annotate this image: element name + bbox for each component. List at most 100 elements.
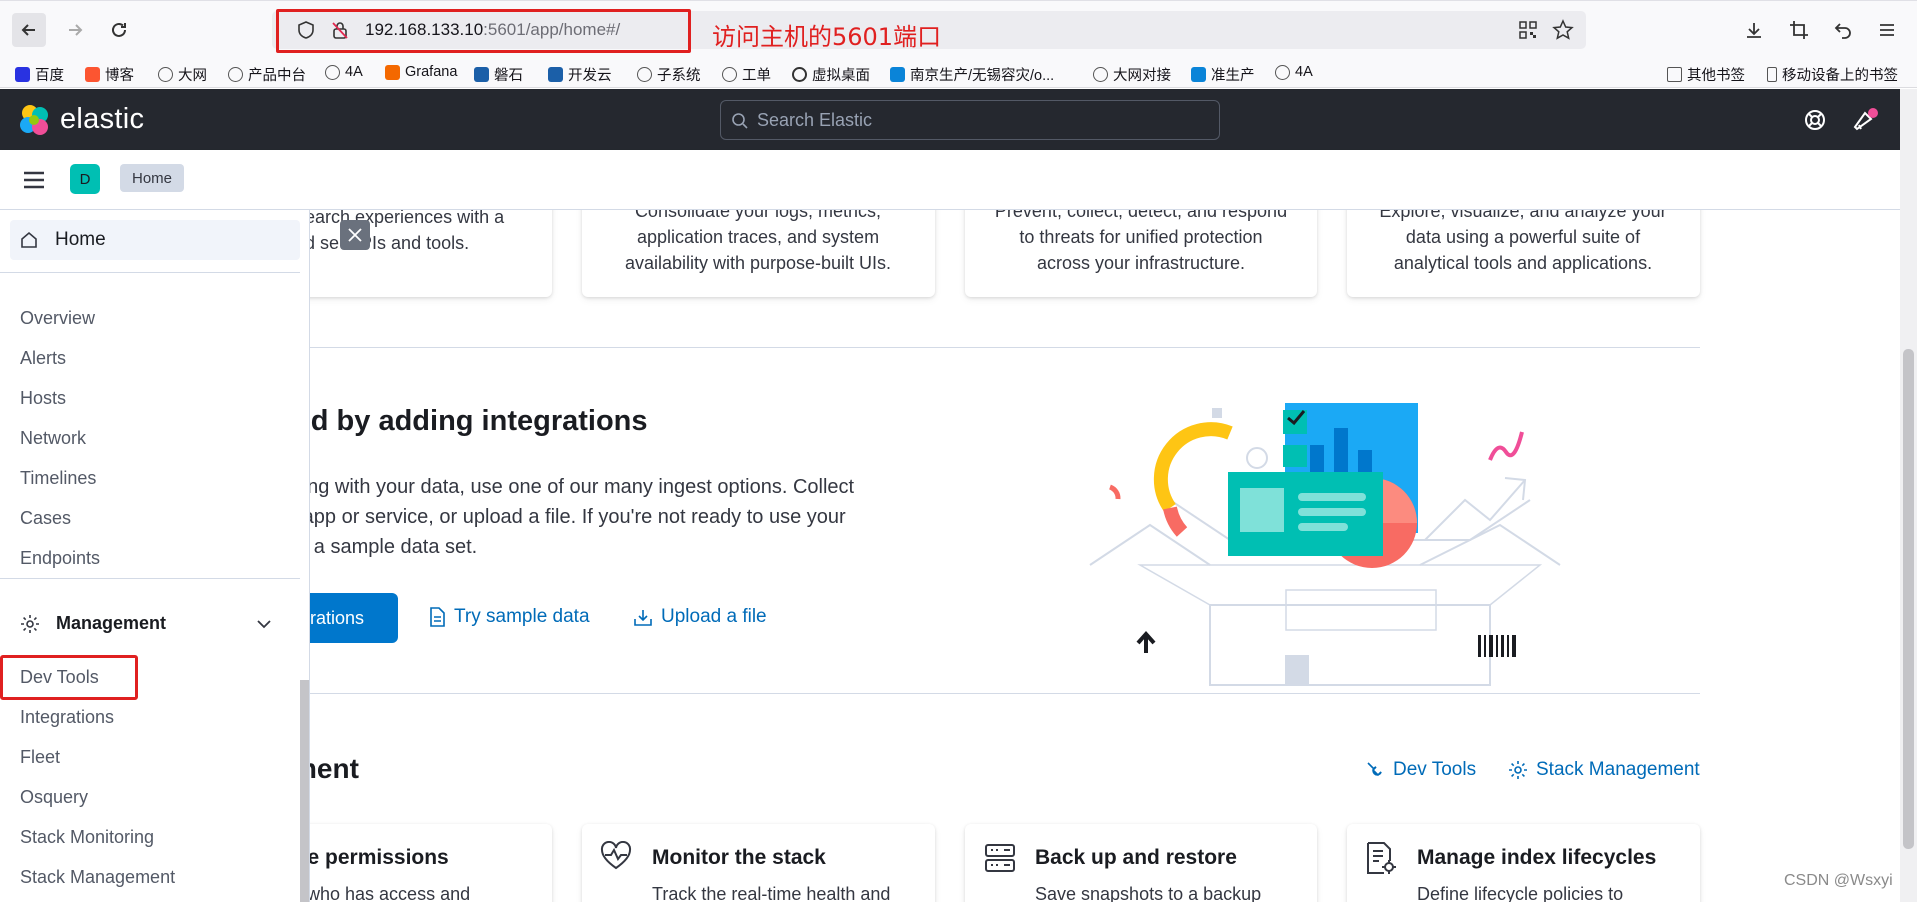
space-avatar[interactable]: D <box>70 164 100 194</box>
solution-desc-line: Prevent, collect, detect, and respond <box>994 210 1288 221</box>
bookmark-item[interactable]: 虚拟桌面 <box>792 64 870 85</box>
mobile-bookmarks-label: 移动设备上的书签 <box>1782 68 1898 84</box>
chevron-down-icon[interactable] <box>256 616 272 632</box>
url-highlight-box <box>276 9 691 53</box>
globe-icon <box>637 67 652 82</box>
nav-item-stack-management[interactable]: Stack Management <box>20 867 175 888</box>
try-sample-data-button[interactable]: Try sample data <box>428 606 590 628</box>
breadcrumb-home[interactable]: Home <box>120 164 185 192</box>
nav-toggle-button[interactable] <box>22 168 46 192</box>
bookmark-item[interactable]: 产品中台 <box>228 64 306 85</box>
nav-home-label: Home <box>55 229 106 250</box>
nav-item-endpoints[interactable]: Endpoints <box>20 548 100 569</box>
upload-file-label: Upload a file <box>661 606 767 627</box>
dev-tools-link[interactable]: Dev Tools <box>1365 759 1476 781</box>
bookmark-item[interactable]: 南京生产/无锡容灾/o... <box>890 64 1054 85</box>
bookmark-star-icon[interactable] <box>1552 19 1574 41</box>
dev-tools-highlight-box <box>0 655 138 700</box>
search-box[interactable] <box>720 100 1220 140</box>
forward-button[interactable] <box>58 13 92 47</box>
megaphone-icon <box>1853 108 1878 131</box>
globe-icon <box>1275 64 1290 80</box>
bookmark-item[interactable]: 工单 <box>722 64 771 85</box>
bookmark-label: 4A <box>345 64 363 80</box>
bookmark-item[interactable]: 大网 <box>158 64 207 85</box>
help-button[interactable] <box>1800 105 1830 135</box>
search-input[interactable] <box>757 108 1197 132</box>
globe-icon <box>158 67 173 82</box>
bookmark-label: 虚拟桌面 <box>812 68 870 84</box>
nav-item-timelines[interactable]: Timelines <box>20 468 96 489</box>
stack-management-link[interactable]: Stack Management <box>1508 759 1700 781</box>
nav-home[interactable]: Home <box>10 220 300 260</box>
nav-item-stack-monitoring[interactable]: Stack Monitoring <box>20 827 154 848</box>
bookmark-item[interactable]: 大网对接 <box>1093 64 1171 85</box>
undo-button[interactable] <box>1826 13 1860 47</box>
bookmark-item[interactable]: 磐石 <box>474 64 523 85</box>
bookmark-item[interactable]: 开发云 <box>548 64 612 85</box>
elastic-logo-text[interactable]: elastic <box>60 103 144 136</box>
grafana-icon <box>385 64 400 80</box>
qr-code-icon[interactable] <box>1518 20 1538 40</box>
integrations-illustration <box>1089 403 1561 686</box>
management-section-label: Management <box>56 613 167 633</box>
csdn-icon <box>85 67 100 82</box>
nav-item-osquery[interactable]: Osquery <box>20 787 88 808</box>
side-navigation: Home Overview Alerts Hosts Network Timelines… <box>0 210 310 902</box>
elastic-logo-icon[interactable] <box>18 103 52 137</box>
bookmark-item[interactable]: 博客 <box>85 64 134 85</box>
screenshot-button[interactable] <box>1782 13 1816 47</box>
breadcrumb-bar: D Home <box>0 150 1900 210</box>
nav-item-overview[interactable]: Overview <box>20 308 95 329</box>
bookmark-item[interactable]: 子系统 <box>637 64 701 85</box>
server-icon <box>985 844 1015 872</box>
page-scrollbar-thumb[interactable] <box>1903 349 1914 849</box>
bookmark-label: 产品中台 <box>248 68 306 84</box>
divider <box>300 693 1700 694</box>
bookmarks-bar: 百度 博客 大网 产品中台 4A Grafana 磐石 开发云 子系统 工单 虚拟桌面 南京生产/无锡… <box>0 58 1917 88</box>
csdn-watermark: CSDN @Wsxyi <box>1784 872 1893 889</box>
nav-item-alerts[interactable]: Alerts <box>20 348 66 369</box>
try-sample-data-label: Try sample data <box>454 606 590 627</box>
page-scrollbar[interactable] <box>1900 89 1917 902</box>
divider <box>0 578 300 579</box>
close-nav-button[interactable] <box>340 220 370 250</box>
bookmark-label: 南京生产/无锡容灾/o... <box>910 68 1055 84</box>
solution-desc-line: Explore, visualize, and analyze your <box>1379 210 1667 221</box>
vdesk-icon <box>792 67 807 82</box>
nav-item-network[interactable]: Network <box>20 428 86 449</box>
upload-file-button[interactable]: Upload a file <box>633 606 767 628</box>
downloads-button[interactable] <box>1737 13 1771 47</box>
bookmark-label: 工单 <box>742 68 771 84</box>
nav-item-cases[interactable]: Cases <box>20 508 71 529</box>
other-bookmarks-folder[interactable]: 其他书签 <box>1667 64 1745 85</box>
bookmark-item[interactable]: 准生产 <box>1191 64 1255 85</box>
edge-icon <box>890 67 905 82</box>
nav-item-integrations[interactable]: Integrations <box>20 707 114 728</box>
bookmark-item[interactable]: Grafana <box>385 64 457 80</box>
reload-button[interactable] <box>102 13 136 47</box>
hamburger-icon <box>1880 24 1894 36</box>
management-section-toggle[interactable]: Management <box>20 613 166 634</box>
gear-icon <box>21 614 39 633</box>
back-button[interactable] <box>12 13 46 47</box>
nav-item-fleet[interactable]: Fleet <box>20 747 60 768</box>
arrow-right-icon <box>69 24 83 36</box>
wrench-icon <box>1367 762 1382 777</box>
menu-button[interactable] <box>1870 13 1904 47</box>
globe-icon <box>722 67 737 82</box>
bookmark-label: 磐石 <box>494 68 523 84</box>
sidebar-scrollbar[interactable] <box>300 680 309 902</box>
solution-desc-line: d se APIs and tools. <box>305 233 470 253</box>
bookmark-item[interactable]: 4A <box>1275 64 1313 80</box>
news-feed-button[interactable] <box>1849 105 1879 135</box>
solution-desc-line: analytical tools and applications. <box>1393 253 1653 273</box>
bookmark-item[interactable]: 4A <box>325 64 363 80</box>
index-lifecycles-desc: Define lifecycle policies to <box>1417 884 1624 902</box>
monitor-stack-desc: Track the real-time health and <box>652 884 891 902</box>
nav-item-hosts[interactable]: Hosts <box>20 388 66 409</box>
bookmark-item[interactable]: 百度 <box>15 64 64 85</box>
bookmark-label: 子系统 <box>657 68 701 84</box>
mobile-bookmarks-folder[interactable]: 移动设备上的书签 <box>1767 64 1898 85</box>
document-icon <box>430 607 445 627</box>
